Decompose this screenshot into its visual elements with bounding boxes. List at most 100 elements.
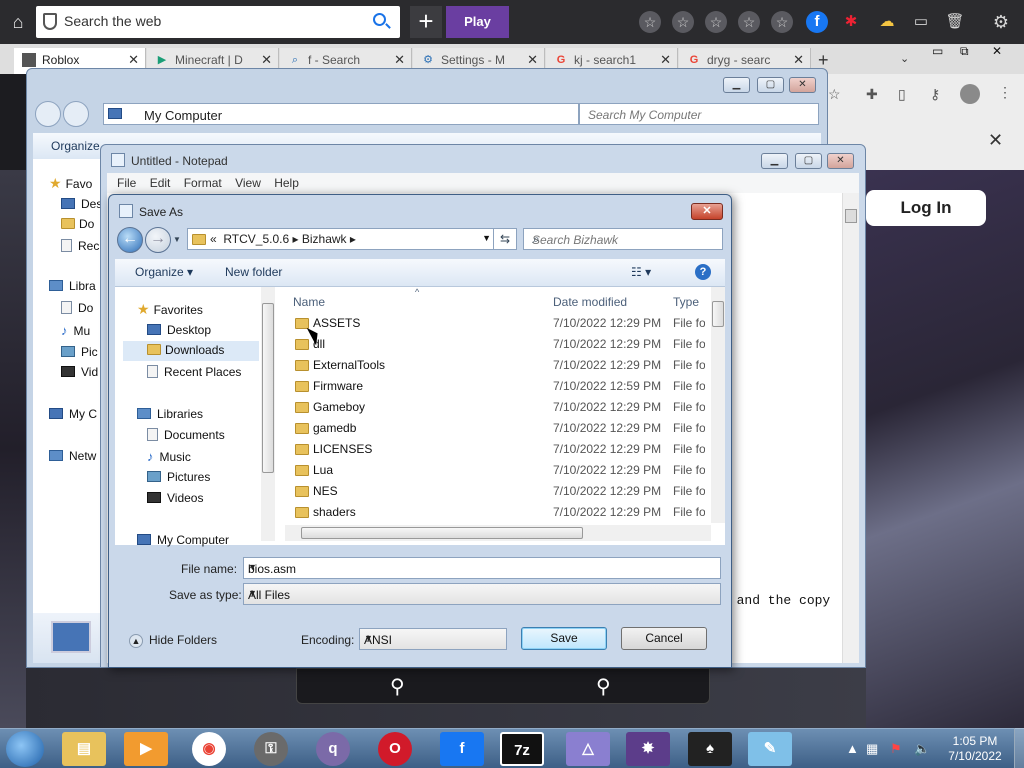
view-options-icon[interactable]: ☷ ▾ [631,265,651,279]
back-button[interactable] [35,101,61,127]
file-row[interactable]: gamedb 7/10/2022 12:29 PM File fol [293,418,705,439]
star-icon[interactable]: ☆ [705,11,727,33]
scroll-thumb[interactable] [845,209,857,223]
horizontal-scrollbar[interactable] [285,525,711,541]
sidebar-item[interactable]: Do [61,217,94,231]
search-icon[interactable]: ⌕ [532,232,716,247]
volume-icon[interactable]: 🔈 [914,741,930,757]
tree-scrollbar[interactable] [261,287,275,541]
sidebar-item[interactable]: Pic [61,345,98,359]
qbittorrent-icon[interactable]: q [316,732,350,766]
organize-button[interactable]: Organize [51,139,100,153]
sidebar-item[interactable]: Des [61,197,102,211]
sidebar-item[interactable]: Rec [61,239,99,253]
chevron-down-icon[interactable]: ▼ [248,588,714,598]
clock[interactable]: 1:05 PM 7/10/2022 [940,734,1010,764]
file-row[interactable]: Firmware 7/10/2022 12:59 PM File fol [293,376,705,397]
new-folder-button[interactable]: New folder [225,265,282,279]
menu-file[interactable]: File [117,173,136,193]
close-icon[interactable]: ✕ [394,52,405,68]
facebook-icon[interactable]: f [806,11,828,33]
triangle-app-icon[interactable]: △ [566,732,610,766]
tree-item-my-computer[interactable]: My Computer [137,533,229,547]
address-bar[interactable]: My Computer [103,103,579,125]
cancel-button[interactable]: Cancel [621,627,707,650]
breadcrumb-item[interactable]: Bizhawk [302,232,347,246]
file-list-scrollbar[interactable] [711,287,725,523]
7zip-icon[interactable]: 7z [500,732,544,766]
tree-item-music[interactable]: ♪ Music [147,449,191,464]
refresh-button[interactable]: ⇆ [493,228,517,250]
game-app-icon[interactable]: ✸ [626,732,670,766]
minimize-button[interactable]: ▁ [761,153,788,169]
menu-format[interactable]: Format [184,173,222,193]
anonymous-icon[interactable]: ♠ [688,732,732,766]
close-icon[interactable]: ✕ [988,130,1003,151]
weather-icon[interactable]: ☁ [876,11,898,33]
home-icon[interactable]: ⌂ [4,8,32,36]
explorer-icon[interactable]: ▤ [62,732,106,766]
scrollbar[interactable] [842,193,859,663]
close-icon[interactable]: ✕ [128,52,139,68]
star-icon[interactable]: ☆ [828,86,841,103]
sidebar-item[interactable]: Netw [49,449,96,463]
close-icon[interactable]: ✕ [660,52,671,68]
tree-item-libraries[interactable]: Libraries [137,407,203,421]
facebook-icon[interactable]: f [440,732,484,766]
back-button[interactable]: ← [117,227,143,253]
bug-icon[interactable]: ✱ [840,11,862,33]
sidebar-item[interactable]: ♪ Mu [61,323,90,338]
web-search-input[interactable]: Search the web [36,6,400,38]
media-player-icon[interactable]: ▶ [124,732,168,766]
chevron-down-icon[interactable]: ▼ [248,562,714,572]
sidebar-item[interactable]: My C [49,407,97,421]
close-icon[interactable]: ✕ [992,44,1002,58]
breadcrumb-overflow[interactable]: « [210,232,217,246]
extension-icon[interactable]: ✚ [866,86,878,103]
opera-icon[interactable]: O [378,732,412,766]
network-icon[interactable]: ▦ [866,741,878,757]
star-icon[interactable]: ☆ [738,11,760,33]
maximize-button[interactable]: ▢ [757,77,784,93]
sidebar-item[interactable]: ★ Favo [49,175,92,192]
notepad-icon[interactable]: ✎ [748,732,792,766]
maximize-button[interactable]: ▢ [795,153,822,169]
menu-edit[interactable]: Edit [150,173,171,193]
file-name-input[interactable]: bios.asm ▼ [243,557,721,579]
key-icon[interactable]: ⚷ [930,86,940,103]
scroll-thumb[interactable] [712,301,724,327]
sidebar-item[interactable]: Libra [49,279,96,293]
star-icon[interactable]: ☆ [639,11,661,33]
restore-icon[interactable]: ⧉ [960,44,969,59]
tree-item-downloads[interactable]: Downloads [123,341,259,361]
scroll-thumb[interactable] [262,303,274,473]
address-bar[interactable]: « RTCV_5.0.6 ▸ Bizhawk ▸ ▼ [187,228,497,250]
file-row[interactable]: LICENSES 7/10/2022 12:29 PM File fol [293,439,705,460]
search-icon[interactable] [373,13,386,26]
file-row[interactable]: dll 7/10/2022 12:29 PM File fol [293,334,705,355]
start-button[interactable] [6,731,44,767]
hide-folders-button[interactable]: ▲ Hide Folders [129,633,217,648]
action-center-icon[interactable]: ⚑ [890,741,902,757]
save-button[interactable]: Save [521,627,607,650]
file-row[interactable]: Gameboy 7/10/2022 12:29 PM File fol [293,397,705,418]
login-button[interactable]: Log In [866,190,986,226]
add-button[interactable]: + [410,6,442,38]
column-header-type[interactable]: Type [673,295,699,309]
play-button[interactable]: Play [446,6,509,38]
gear-icon[interactable]: ⚙ [990,11,1012,33]
person-icon[interactable]: ⚲ [390,674,405,699]
file-row[interactable]: NES 7/10/2022 12:29 PM File fol [293,481,705,502]
star-icon[interactable]: ☆ [771,11,793,33]
close-button[interactable]: ✕ [691,203,723,220]
close-icon[interactable]: ✕ [793,52,804,68]
minimize-icon[interactable]: ▭ [932,44,943,58]
tree-item-pictures[interactable]: Pictures [147,470,210,484]
file-row[interactable]: Lua 7/10/2022 12:29 PM File fol [293,460,705,481]
file-row[interactable]: ASSETS 7/10/2022 12:29 PM File fol [293,313,705,334]
menu-icon[interactable]: ⋮ [998,84,1012,101]
help-icon[interactable]: ? [695,264,711,280]
tree-item-recent-places[interactable]: Recent Places [147,365,241,379]
menu-help[interactable]: Help [274,173,299,193]
chevron-down-icon[interactable]: ⌄ [900,52,909,65]
